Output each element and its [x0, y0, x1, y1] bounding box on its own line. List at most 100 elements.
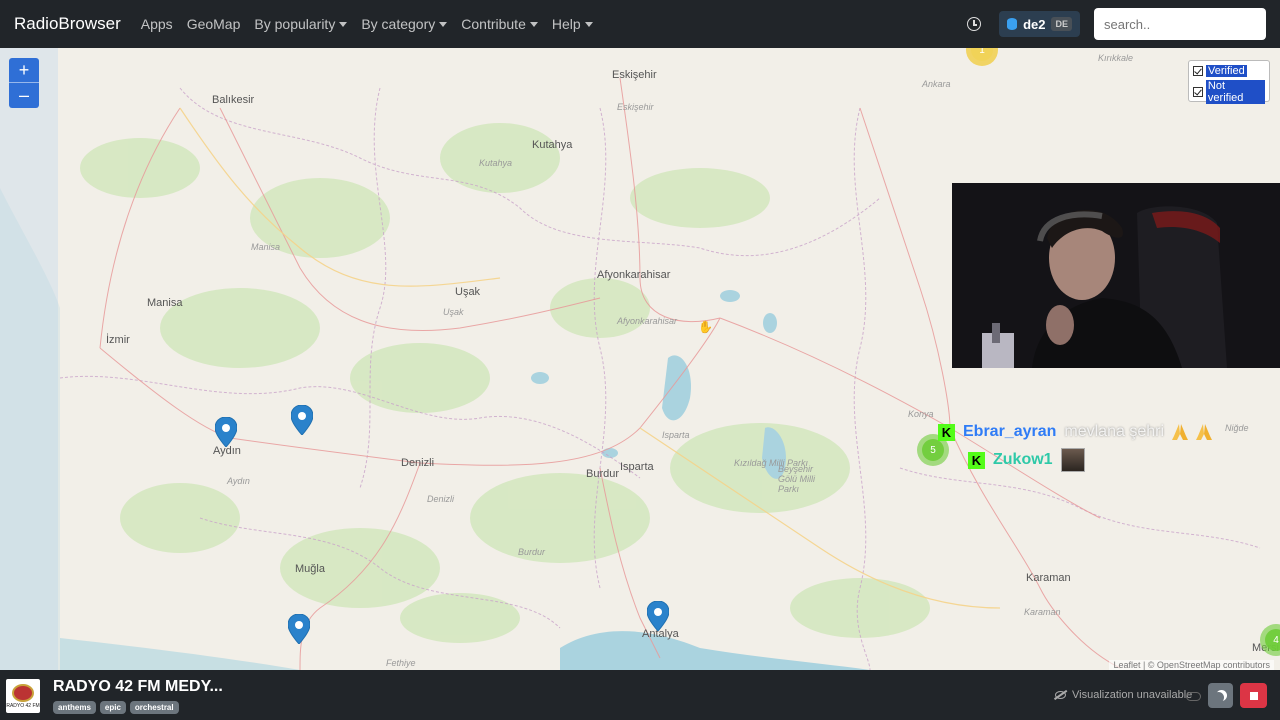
map-label-karaman-minor: Karaman: [1024, 607, 1061, 617]
nav-help-label: Help: [551, 16, 581, 32]
visualization-toggle[interactable]: [1186, 692, 1201, 701]
verification-filter: Verified Not verified: [1188, 60, 1270, 104]
map-label-aydin-minor: Aydın: [227, 476, 250, 486]
server-selector-button[interactable]: de2 DE: [999, 11, 1080, 37]
map-label-denizli-minor: Denizli: [427, 494, 455, 504]
streamer-video: [952, 183, 1280, 368]
nav-apps-label: Apps: [140, 16, 173, 32]
kick-logo-icon: K: [968, 451, 985, 469]
zoom-out-button[interactable]: –: [9, 83, 39, 108]
checkbox-verified[interactable]: [1193, 66, 1203, 76]
moon-icon: [1213, 692, 1224, 703]
map-label-afyon-minor: Afyonkarahisar: [617, 316, 678, 326]
cluster-count: 5: [922, 439, 944, 461]
zoom-in-button[interactable]: +: [9, 58, 39, 83]
map-label-manisa-minor: Manisa: [251, 242, 281, 252]
filter-verified[interactable]: Verified: [1193, 65, 1265, 77]
nav-geomap[interactable]: GeoMap: [187, 16, 241, 32]
zoom-control: + –: [9, 58, 39, 108]
nav-contribute-label: Contribute: [461, 16, 526, 32]
station-marker-icon[interactable]: [215, 417, 237, 447]
station-marker-icon[interactable]: [647, 601, 669, 631]
server-name: de2: [1023, 16, 1046, 32]
station-name[interactable]: RADYO 42 FM MEDY...: [53, 678, 223, 696]
checkbox-not-verified[interactable]: [1193, 87, 1203, 97]
chat-username: Ebrar_ayran: [963, 423, 1057, 440]
map-label-kirikkale: Kırıkkale: [1098, 53, 1134, 63]
cluster-count: 1: [971, 48, 993, 61]
map-label-kutahya-minor: Kutahya: [479, 158, 513, 168]
map-label-usak-minor: Uşak: [443, 307, 464, 317]
nav-by-category[interactable]: By category: [361, 16, 448, 32]
station-marker-icon[interactable]: [288, 614, 310, 644]
map-label-kutahya: Kutahya: [532, 139, 573, 151]
station-emblem-icon: [12, 683, 34, 702]
navbar: RadioBrowser Apps GeoMap By popularity B…: [0, 0, 1280, 48]
station-logo-text: RADYO 42 FM: [6, 702, 40, 709]
folded-hands-emoji-icon: [1172, 424, 1188, 440]
chat-username: Zukow1: [993, 451, 1053, 468]
caret-down-icon: [439, 21, 448, 27]
visualization-status: Visualization unavailable: [1055, 689, 1192, 701]
search-input[interactable]: [1094, 8, 1266, 40]
map-label-usak: Uşak: [455, 286, 481, 298]
player-bar: RADYO 42 FM RADYO 42 FM MEDY... anthems …: [0, 670, 1280, 720]
cluster-count: 4: [1265, 629, 1280, 651]
webcam-overlay: [952, 183, 1280, 368]
map-label-manisa: Manisa: [147, 297, 183, 309]
filter-not-verified[interactable]: Not verified: [1193, 80, 1265, 104]
map-label-konya: Konya: [908, 409, 934, 419]
map-label-afyon: Afyonkarahisar: [597, 269, 671, 281]
map-label-burdur: Burdur: [586, 468, 620, 480]
kick-logo-icon: K: [938, 423, 955, 441]
stop-button[interactable]: [1240, 683, 1267, 708]
map-label-eskisehir-minor: Eskişehir: [617, 102, 654, 112]
map-label-isparta-minor: Isparta: [662, 430, 690, 440]
chat-message: K Zukow1: [968, 448, 1085, 472]
map-label-nigde: Niğde: [1225, 423, 1249, 433]
map-label-ankara: Ankara: [922, 79, 951, 89]
geo-map[interactable]: Eskişehir Eskişehir Ankara Kırıkkale Bal…: [0, 48, 1280, 670]
folded-hands-emoji-icon: [1196, 424, 1212, 440]
map-label-eskisehir: Eskişehir: [612, 69, 657, 81]
nav-by-popularity[interactable]: By popularity: [254, 16, 348, 32]
map-label-fethiye: Fethiye: [386, 658, 416, 668]
visualization-text: Visualization unavailable: [1072, 689, 1193, 701]
tag-badge[interactable]: epic: [99, 701, 126, 714]
map-label-mugla: Muğla: [295, 563, 325, 575]
filter-not-verified-label: Not verified: [1205, 80, 1265, 104]
server-country-badge: DE: [1051, 17, 1072, 31]
brand-logo[interactable]: RadioBrowser: [14, 14, 121, 34]
tag-badge[interactable]: orchestral: [129, 701, 179, 714]
station-logo: RADYO 42 FM: [6, 679, 40, 713]
map-label-isparta: Isparta: [620, 461, 654, 473]
map-label-beysehir: Beyşehir Gölü Milli Parkı: [778, 464, 816, 494]
emote-image-icon: [1060, 448, 1085, 472]
nav-right: de2 DE: [967, 8, 1266, 40]
database-icon: [1007, 18, 1018, 30]
station-marker-icon[interactable]: [291, 405, 313, 435]
station-tags: anthems epic orchestral: [53, 701, 183, 714]
nav-by-category-label: By category: [361, 16, 436, 32]
nav-apps[interactable]: Apps: [141, 16, 173, 32]
map-label-burdur-minor: Burdur: [518, 547, 546, 557]
tag-badge[interactable]: anthems: [53, 701, 96, 714]
hand-cursor-icon: ✋: [698, 320, 713, 334]
nav-contribute[interactable]: Contribute: [461, 16, 538, 32]
dark-mode-button[interactable]: [1208, 683, 1233, 708]
map-label-denizli: Denizli: [401, 457, 435, 469]
filter-verified-label: Verified: [1206, 65, 1247, 77]
nav-by-popularity-label: By popularity: [254, 16, 336, 32]
map-attribution: Leaflet | © OpenStreetMap contributors: [1109, 660, 1274, 670]
nav-geomap-label: GeoMap: [186, 16, 241, 32]
nav-help[interactable]: Help: [552, 16, 593, 32]
map-label-karaman: Karaman: [1026, 572, 1071, 584]
eye-slash-icon: [1055, 691, 1066, 699]
stop-icon: [1249, 691, 1258, 700]
history-icon[interactable]: [967, 17, 982, 31]
caret-down-icon: [584, 21, 593, 27]
map-label-izmir: İzmir: [106, 334, 130, 346]
caret-down-icon: [339, 21, 348, 27]
chat-message: K Ebrar_ayran mevlana şehri: [938, 422, 1218, 442]
caret-down-icon: [529, 21, 538, 27]
